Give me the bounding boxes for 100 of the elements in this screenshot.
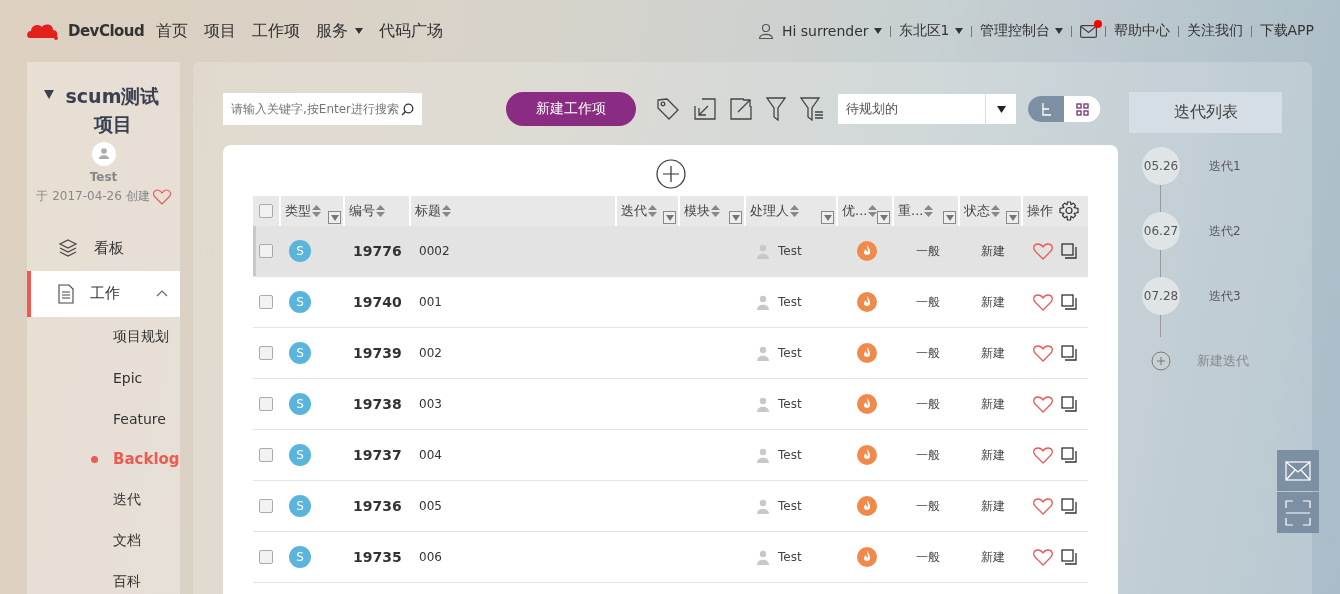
- column-filter-button[interactable]: [877, 211, 890, 224]
- heart-icon[interactable]: [1033, 548, 1053, 566]
- table-row[interactable]: S 19740 001 Test 一般 新建: [253, 277, 1088, 328]
- nav-link[interactable]: 首页: [156, 20, 188, 42]
- column-header[interactable]: 重...: [894, 196, 958, 226]
- sidebar-subitem[interactable]: 百科: [113, 572, 141, 591]
- item-title[interactable]: 001: [419, 295, 442, 309]
- copy-icon[interactable]: [1061, 294, 1077, 310]
- copy-icon[interactable]: [1061, 345, 1077, 361]
- sidebar-subitem[interactable]: Epic: [113, 369, 143, 386]
- scan-button[interactable]: [1277, 492, 1319, 533]
- sidebar-subitem[interactable]: 文档: [113, 531, 141, 550]
- copy-icon[interactable]: [1061, 549, 1077, 565]
- sidebar-subitem[interactable]: Feature: [113, 410, 166, 427]
- filter-icon[interactable]: [766, 97, 786, 121]
- item-title[interactable]: 003: [419, 397, 442, 411]
- search-icon[interactable]: [401, 102, 414, 116]
- nav-link[interactable]: 代码广场: [379, 20, 443, 42]
- column-filter-button[interactable]: [1006, 211, 1019, 224]
- header-link[interactable]: 关注我们: [1186, 22, 1243, 40]
- column-filter-button[interactable]: [328, 211, 341, 224]
- sidebar-subitem[interactable]: 迭代: [113, 491, 141, 510]
- sort-icon[interactable]: [790, 205, 799, 217]
- column-header[interactable]: 类型: [281, 196, 343, 226]
- column-filter-button[interactable]: [821, 211, 834, 224]
- table-row[interactable]: S 19735 006 Test 一般 新建: [253, 532, 1088, 583]
- iteration-link[interactable]: 迭代3: [1209, 288, 1241, 305]
- sidebar-subitem[interactable]: 项目规划: [113, 328, 169, 347]
- table-row[interactable]: S 19736 005 Test 一般 新建: [253, 481, 1088, 532]
- column-header[interactable]: 操作: [1023, 196, 1088, 226]
- item-title[interactable]: 004: [419, 448, 442, 462]
- collapse-caret-icon[interactable]: [43, 90, 54, 99]
- heart-icon[interactable]: [1033, 395, 1053, 413]
- tag-icon[interactable]: [656, 97, 680, 121]
- row-checkbox[interactable]: [259, 397, 273, 411]
- filter-list-icon[interactable]: [800, 97, 824, 121]
- column-header[interactable]: 优...: [838, 196, 892, 226]
- row-checkbox[interactable]: [259, 295, 273, 309]
- nav-link[interactable]: 项目: [204, 20, 236, 42]
- table-row[interactable]: S 19776 0002 Test 一般 新建: [253, 226, 1088, 277]
- table-row[interactable]: S 19739 002 Test 一般 新建: [253, 328, 1088, 379]
- nav-link[interactable]: 服务: [316, 20, 363, 42]
- item-title[interactable]: 005: [419, 499, 442, 513]
- column-header[interactable]: 编号: [345, 196, 409, 226]
- table-row[interactable]: S 19738 003 Test 一般 新建: [253, 379, 1088, 430]
- row-checkbox[interactable]: [259, 244, 273, 258]
- row-checkbox[interactable]: [259, 499, 273, 513]
- sidebar-menu-item[interactable]: 工作: [27, 270, 180, 317]
- console-menu[interactable]: 管理控制台: [979, 22, 1063, 40]
- row-checkbox[interactable]: [259, 448, 273, 462]
- copy-icon[interactable]: [1061, 447, 1077, 463]
- heart-icon[interactable]: [1033, 497, 1053, 515]
- filter-select[interactable]: 待规划的: [838, 94, 1016, 124]
- export-icon[interactable]: [730, 98, 752, 120]
- region-menu[interactable]: 东北区1: [898, 22, 963, 40]
- column-filter-button[interactable]: [663, 211, 676, 224]
- column-header[interactable]: 迭代: [617, 196, 678, 226]
- sort-icon[interactable]: [991, 205, 1000, 217]
- heart-icon[interactable]: [1033, 293, 1053, 311]
- item-title[interactable]: 002: [419, 346, 442, 360]
- select-all-checkbox[interactable]: [259, 204, 273, 218]
- tree-view-button[interactable]: [1028, 96, 1064, 122]
- nav-link[interactable]: 工作项: [252, 20, 300, 42]
- add-icon[interactable]: [655, 159, 686, 189]
- sort-icon[interactable]: [442, 205, 451, 217]
- copy-icon[interactable]: [1061, 396, 1077, 412]
- item-title[interactable]: 0002: [419, 244, 450, 258]
- column-header[interactable]: 标题: [411, 196, 615, 226]
- header-link[interactable]: 下载APP: [1259, 22, 1314, 40]
- user-menu[interactable]: Hi surrender: [781, 23, 882, 39]
- heart-icon[interactable]: [1033, 446, 1053, 464]
- iteration-list-button[interactable]: 迭代列表: [1129, 92, 1282, 133]
- item-title[interactable]: 006: [419, 550, 442, 564]
- table-row[interactable]: S 19737 004 Test 一般 新建: [253, 430, 1088, 481]
- sort-icon[interactable]: [868, 205, 878, 217]
- search-field[interactable]: 请输入关键字,按Enter进行搜索: [223, 93, 422, 125]
- copy-icon[interactable]: [1061, 498, 1077, 514]
- column-header[interactable]: 状态: [960, 196, 1021, 226]
- logo-text[interactable]: DevCloud: [68, 22, 145, 40]
- sort-icon[interactable]: [376, 205, 385, 217]
- sort-icon[interactable]: [648, 205, 657, 217]
- sort-icon[interactable]: [312, 205, 321, 217]
- import-icon[interactable]: [694, 98, 716, 120]
- sidebar-menu-item[interactable]: 看板: [27, 225, 180, 271]
- mail-icon[interactable]: [1079, 24, 1097, 38]
- row-checkbox[interactable]: [259, 346, 273, 360]
- iteration-link[interactable]: 迭代1: [1209, 158, 1241, 175]
- message-button[interactable]: [1277, 450, 1319, 491]
- heart-icon[interactable]: [152, 188, 171, 205]
- column-header[interactable]: 模块: [680, 196, 744, 226]
- column-header[interactable]: 处理人: [746, 196, 836, 226]
- column-filter-button[interactable]: [729, 211, 742, 224]
- settings-icon[interactable]: [1059, 201, 1079, 221]
- heart-icon[interactable]: [1033, 344, 1053, 362]
- column-filter-button[interactable]: [943, 211, 956, 224]
- heart-icon[interactable]: [1033, 242, 1053, 260]
- row-checkbox[interactable]: [259, 550, 273, 564]
- new-work-item-button[interactable]: 新建工作项: [506, 92, 636, 126]
- sort-icon[interactable]: [711, 205, 720, 217]
- copy-icon[interactable]: [1061, 243, 1077, 259]
